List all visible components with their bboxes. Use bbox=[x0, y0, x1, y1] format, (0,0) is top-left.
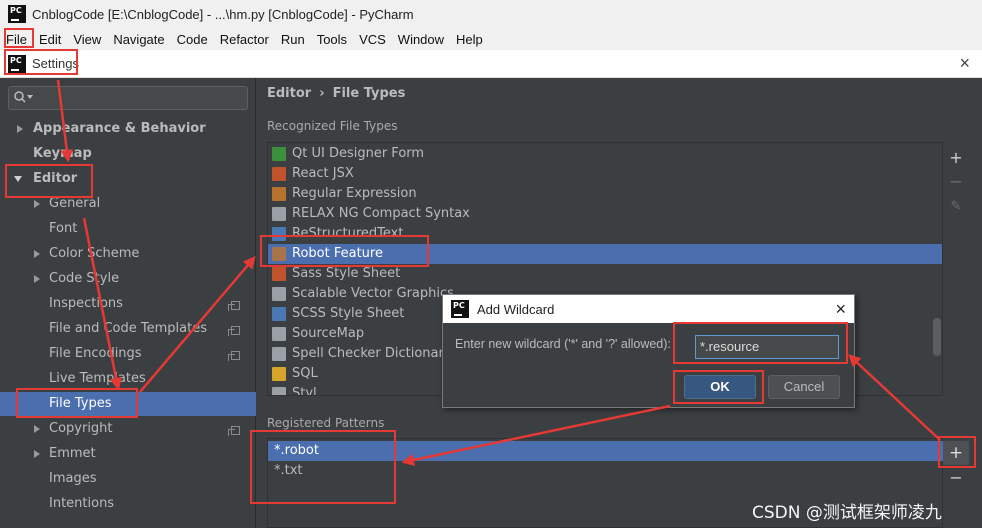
styl-file-icon bbox=[272, 387, 286, 395]
window-title: CnblogCode [E:\CnblogCode] - ...\hm.py [… bbox=[32, 6, 414, 22]
text-file-icon bbox=[272, 207, 286, 221]
sidebar-item-keymap[interactable]: Keymap bbox=[33, 142, 92, 166]
list-scrollbar[interactable] bbox=[933, 318, 941, 356]
project-scope-icon bbox=[228, 301, 240, 311]
jsx-file-icon bbox=[272, 167, 286, 181]
annotation-box-patterns bbox=[250, 430, 396, 504]
expand-arrow-icon[interactable] bbox=[34, 450, 40, 458]
breadcrumb-parent[interactable]: Editor bbox=[267, 86, 311, 101]
registered-patterns-label: Registered Patterns bbox=[267, 416, 385, 430]
menu-run[interactable]: Run bbox=[275, 32, 311, 47]
pycharm-logo-icon: PC bbox=[8, 5, 26, 23]
remove-file-type-button[interactable]: − bbox=[943, 172, 969, 192]
qt-form-icon bbox=[272, 147, 286, 161]
menu-bar: File Edit View Navigate Code Refactor Ru… bbox=[0, 28, 982, 50]
cancel-button[interactable]: Cancel bbox=[768, 375, 840, 399]
menu-tools[interactable]: Tools bbox=[311, 32, 353, 47]
annotation-box-editor bbox=[5, 164, 93, 198]
list-item[interactable]: React JSX bbox=[268, 164, 942, 184]
scss-file-icon bbox=[272, 307, 286, 321]
annotation-box-file-types bbox=[16, 388, 138, 418]
annotation-box-wildcard-input bbox=[673, 322, 848, 364]
sidebar-item-emmet[interactable]: Emmet bbox=[49, 442, 96, 466]
dialog-title-bar: PC Add Wildcard × bbox=[443, 295, 854, 323]
sourcemap-file-icon bbox=[272, 327, 286, 341]
list-item[interactable]: RELAX NG Compact Syntax bbox=[268, 204, 942, 224]
annotation-box-robot-feature bbox=[260, 235, 429, 267]
expand-arrow-icon[interactable] bbox=[34, 250, 40, 258]
project-scope-icon bbox=[228, 351, 240, 361]
expand-arrow-icon[interactable] bbox=[17, 125, 23, 133]
dialog-close-icon[interactable]: × bbox=[835, 299, 846, 320]
breadcrumb: Editor › File Types bbox=[267, 86, 405, 101]
breadcrumb-separator: › bbox=[319, 86, 325, 101]
add-file-type-button[interactable]: + bbox=[943, 148, 969, 168]
sidebar-item-code-style[interactable]: Code Style bbox=[49, 267, 119, 291]
sidebar-item-color-scheme[interactable]: Color Scheme bbox=[49, 242, 139, 266]
sidebar-item-copyright[interactable]: Copyright bbox=[49, 417, 113, 441]
file-types-toolbar: + − ✎ bbox=[943, 142, 969, 396]
sass-file-icon bbox=[272, 267, 286, 281]
project-scope-icon bbox=[228, 326, 240, 336]
menu-vcs[interactable]: VCS bbox=[353, 32, 392, 47]
dictionary-file-icon bbox=[272, 347, 286, 361]
expand-arrow-icon[interactable] bbox=[34, 425, 40, 433]
annotation-box-file-menu bbox=[4, 28, 34, 48]
edit-file-type-button[interactable]: ✎ bbox=[943, 197, 969, 217]
menu-window[interactable]: Window bbox=[392, 32, 450, 47]
menu-code[interactable]: Code bbox=[171, 32, 214, 47]
watermark: CSDN @测试框架师凌九 bbox=[752, 503, 942, 523]
sql-file-icon bbox=[272, 367, 286, 381]
menu-help[interactable]: Help bbox=[450, 32, 489, 47]
sidebar-item-inspections[interactable]: Inspections bbox=[49, 292, 123, 316]
annotation-box-add bbox=[938, 436, 976, 468]
menu-refactor[interactable]: Refactor bbox=[214, 32, 275, 47]
settings-close-icon[interactable]: × bbox=[959, 53, 970, 74]
search-icon bbox=[14, 91, 33, 103]
sidebar-item-images[interactable]: Images bbox=[49, 467, 97, 491]
settings-title-bar: PC Settings × bbox=[0, 50, 982, 78]
settings-search-input[interactable] bbox=[8, 86, 248, 110]
sidebar-item-font[interactable]: Font bbox=[49, 217, 77, 241]
recognized-types-label: Recognized File Types bbox=[267, 119, 398, 133]
sidebar-item-file-encodings[interactable]: File Encodings bbox=[49, 342, 142, 366]
wildcard-prompt: Enter new wildcard ('*' and '?' allowed)… bbox=[455, 337, 671, 351]
list-item[interactable]: Regular Expression bbox=[268, 184, 942, 204]
expand-arrow-icon[interactable] bbox=[34, 200, 40, 208]
menu-navigate[interactable]: Navigate bbox=[107, 32, 170, 47]
list-item[interactable]: Sass Style Sheet bbox=[268, 264, 942, 284]
dialog-title: Add Wildcard bbox=[477, 301, 555, 317]
project-scope-icon bbox=[228, 426, 240, 436]
svg-file-icon bbox=[272, 287, 286, 301]
menu-view[interactable]: View bbox=[67, 32, 107, 47]
breadcrumb-current: File Types bbox=[332, 86, 406, 101]
pycharm-logo-icon: PC bbox=[451, 300, 469, 318]
annotation-box-settings bbox=[4, 49, 78, 75]
sidebar-item-file-code-templates[interactable]: File and Code Templates bbox=[49, 317, 207, 341]
expand-arrow-icon[interactable] bbox=[34, 275, 40, 283]
window-title-bar: PC CnblogCode [E:\CnblogCode] - ...\hm.p… bbox=[0, 0, 982, 28]
sidebar-item-appearance[interactable]: Appearance & Behavior bbox=[33, 117, 206, 141]
annotation-box-ok bbox=[673, 370, 764, 404]
regex-file-icon bbox=[272, 187, 286, 201]
list-item[interactable]: Qt UI Designer Form bbox=[268, 144, 942, 164]
sidebar-item-intentions[interactable]: Intentions bbox=[49, 492, 114, 516]
remove-pattern-button[interactable]: − bbox=[943, 468, 969, 488]
menu-edit[interactable]: Edit bbox=[33, 32, 67, 47]
